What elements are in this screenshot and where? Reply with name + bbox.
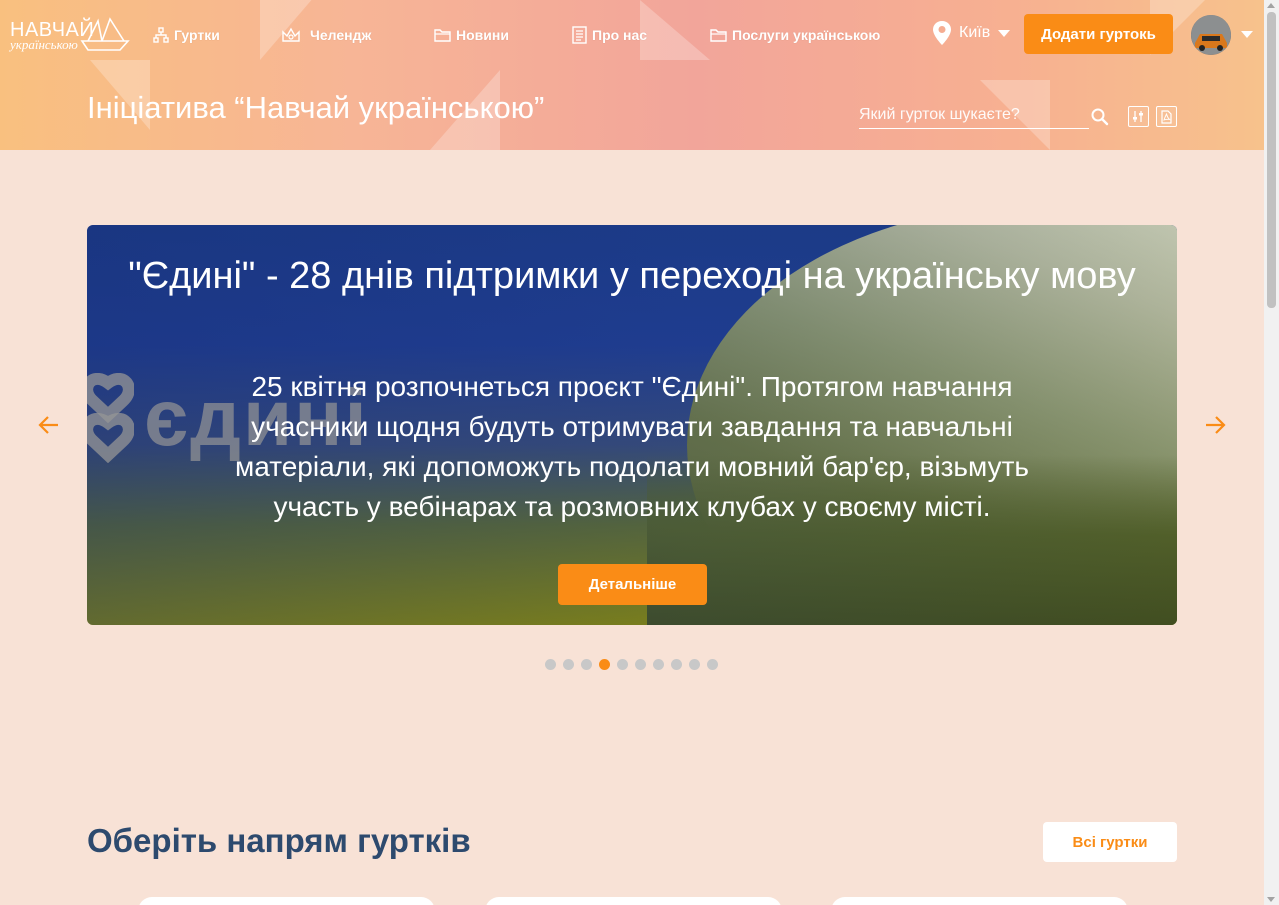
- nav-label: Про нас: [592, 27, 648, 43]
- carousel-dot[interactable]: [671, 659, 682, 670]
- add-club-button[interactable]: Додати гуртокь: [1024, 14, 1173, 54]
- location-pin-icon: [933, 21, 951, 45]
- news-carousel: єдині "Єдині" - 28 днів підтримки у пере…: [87, 225, 1177, 625]
- nav-label: Новини: [456, 27, 509, 43]
- carousel-dot[interactable]: [617, 659, 628, 670]
- scrollbar-thumb[interactable]: [1267, 12, 1276, 308]
- sitemap-icon: [153, 27, 169, 43]
- slide-description: 25 квітня розпочнеться проєкт "Єдині". П…: [235, 371, 1029, 522]
- page-title: Ініціатива “Навчай українською”: [87, 90, 545, 125]
- origami-boat-icon: [80, 17, 130, 51]
- search-input[interactable]: [859, 101, 1089, 129]
- nav-label: Гуртки: [174, 27, 220, 43]
- nav-label: Послуги українською: [732, 27, 881, 43]
- direction-card[interactable]: [138, 897, 435, 905]
- page-scrollbar[interactable]: [1264, 0, 1279, 905]
- carousel-dot[interactable]: [653, 659, 664, 670]
- site-logo[interactable]: НАВЧАЙ українською: [10, 17, 130, 55]
- hearts-logo-icon: [87, 373, 134, 463]
- carousel-prev-arrow-icon[interactable]: [38, 414, 60, 436]
- folder-icon: [434, 29, 451, 42]
- pdf-file-icon: [1161, 109, 1172, 124]
- carousel-dot[interactable]: [581, 659, 592, 670]
- all-clubs-button[interactable]: Всі гуртки: [1043, 822, 1177, 862]
- nav-item-services[interactable]: Послуги українською: [710, 24, 880, 46]
- pdf-download-icon[interactable]: [1156, 106, 1177, 127]
- nav-item-clubs[interactable]: Гуртки: [153, 24, 220, 46]
- carousel-pagination: [545, 659, 718, 670]
- scroll-up-icon[interactable]: [1267, 3, 1275, 8]
- nav-item-challenge[interactable]: Челендж: [281, 24, 371, 46]
- slide-details-button[interactable]: Детальніше: [558, 564, 707, 605]
- document-icon: [572, 26, 587, 44]
- decor-fold: [640, 0, 710, 60]
- nav-label: Челендж: [310, 27, 372, 43]
- carousel-dot[interactable]: [545, 659, 556, 670]
- avatar[interactable]: [1191, 15, 1231, 55]
- folder-icon: [710, 29, 727, 42]
- carousel-dot[interactable]: [707, 659, 718, 670]
- city-label: Київ: [959, 24, 991, 41]
- direction-card[interactable]: [485, 897, 782, 905]
- carousel-next-arrow-icon[interactable]: [1204, 414, 1226, 436]
- scroll-down-icon[interactable]: [1267, 897, 1275, 902]
- search-icon[interactable]: [1090, 107, 1110, 127]
- crown-icon: [282, 27, 300, 42]
- carousel-dot[interactable]: [599, 659, 610, 670]
- direction-card[interactable]: [831, 897, 1128, 905]
- chevron-down-icon: [998, 29, 1011, 37]
- carousel-dot[interactable]: [563, 659, 574, 670]
- city-selector[interactable]: Київ: [932, 18, 1011, 48]
- chevron-down-icon[interactable]: [1241, 31, 1253, 38]
- logo-word-secondary: українською: [10, 37, 78, 52]
- advanced-filter-icon[interactable]: [1128, 106, 1149, 127]
- carousel-dot[interactable]: [635, 659, 646, 670]
- nav-item-about[interactable]: Про нас: [572, 24, 647, 46]
- site-header: НАВЧАЙ українською Гуртки Челендж Новини…: [0, 0, 1264, 150]
- carousel-dot[interactable]: [689, 659, 700, 670]
- car-photo-icon: [1191, 15, 1231, 55]
- slide-title: "Єдині" - 28 днів підтримки у переході н…: [128, 255, 1136, 297]
- sliders-icon: [1133, 111, 1143, 122]
- nav-item-news[interactable]: Новини: [434, 24, 509, 46]
- section-title: Оберіть напрям гуртків: [87, 822, 471, 859]
